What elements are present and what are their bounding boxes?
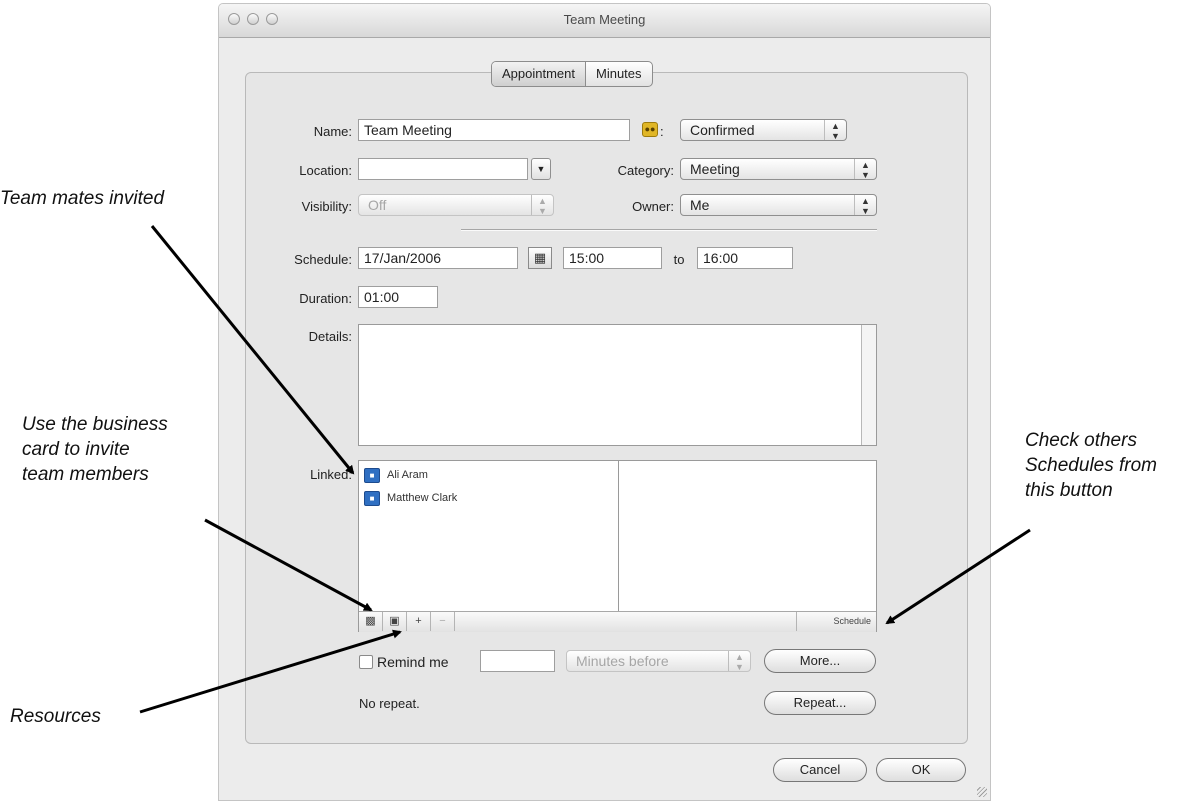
ok-button[interactable]: OK	[876, 758, 966, 782]
annotation-line: this button	[1025, 480, 1113, 501]
chevron-updown-icon: ▲ ▼	[531, 195, 553, 216]
visibility-value: Off	[368, 197, 387, 213]
location-dropdown-button[interactable]: ▼	[531, 158, 551, 180]
category-value: Meeting	[690, 161, 740, 177]
annotation-line: Schedules from	[1025, 455, 1158, 476]
section-divider	[461, 229, 877, 231]
repeat-button[interactable]: Repeat...	[764, 691, 876, 715]
linked-name: Matthew Clark	[387, 492, 458, 504]
location-label: Location:	[299, 163, 352, 178]
schedule-button[interactable]: Schedule	[796, 612, 876, 631]
duration-label: Duration:	[299, 291, 352, 306]
linked-detail-pane	[619, 461, 876, 611]
business-card-button[interactable]: ▩	[359, 612, 383, 631]
window-title: Team Meeting	[563, 12, 646, 27]
status-value: Confirmed	[690, 122, 755, 138]
more-button[interactable]: More...	[764, 649, 876, 673]
list-item[interactable]: ■ Matthew Clark	[364, 488, 457, 508]
linked-name: Ali Aram	[387, 469, 428, 481]
owner-value: Me	[690, 197, 710, 213]
end-time-field[interactable]: 16:00	[697, 247, 793, 269]
chevron-updown-icon: ▲ ▼	[824, 120, 846, 141]
resources-button[interactable]: ▣	[383, 612, 407, 631]
remove-linked-button[interactable]: −	[431, 612, 455, 631]
owner-popup[interactable]: Me ▲ ▼	[680, 194, 877, 216]
schedule-label: Schedule:	[294, 252, 352, 267]
tab-minutes[interactable]: Minutes	[586, 62, 652, 86]
linked-list[interactable]: ■ Ali Aram ■ Matthew Clark	[359, 461, 619, 611]
attendees-icon: ●●	[642, 122, 658, 137]
annotation-line: card to invite	[22, 439, 130, 460]
resize-grip-icon[interactable]	[977, 787, 987, 797]
chevron-updown-icon: ▲ ▼	[854, 195, 876, 216]
details-label: Details:	[308, 329, 352, 344]
annotation-resources: Resources	[10, 706, 101, 727]
chevron-updown-icon: ▲ ▼	[854, 159, 876, 180]
owner-label: Owner:	[632, 199, 674, 214]
title-bar[interactable]: Team Meeting	[219, 4, 990, 38]
linked-toolbar: ▩ ▣ + − Schedule	[359, 611, 876, 632]
visibility-popup[interactable]: Off ▲ ▼	[358, 194, 554, 216]
to-label: to	[673, 252, 685, 267]
name-label: Name:	[313, 124, 352, 139]
chevron-updown-icon: ▲ ▼	[728, 651, 750, 672]
business-card-icon: ■	[364, 467, 380, 483]
start-time-field[interactable]: 15:00	[563, 247, 662, 269]
remind-unit-popup[interactable]: Minutes before ▲ ▼	[566, 650, 751, 672]
remind-minutes-field[interactable]	[480, 650, 555, 672]
status-separator: :	[660, 124, 664, 139]
remind-unit-value: Minutes before	[576, 653, 669, 669]
repeat-status: No repeat.	[359, 696, 420, 711]
calendar-icon[interactable]: ▦	[528, 247, 552, 269]
linked-label: Linked:	[310, 467, 352, 482]
annotation-team-mates: Team mates invited	[0, 188, 165, 209]
status-popup[interactable]: Confirmed ▲ ▼	[680, 119, 847, 141]
details-textarea[interactable]	[358, 324, 877, 446]
duration-field[interactable]: 01:00	[358, 286, 438, 308]
annotation-business-card: Use the business card to invite team mem…	[22, 412, 168, 487]
business-card-icon: ■	[364, 490, 380, 506]
date-field[interactable]: 17/Jan/2006	[358, 247, 518, 269]
tab-bar: Appointment Minutes	[491, 61, 653, 87]
cancel-button[interactable]: Cancel	[773, 758, 867, 782]
add-linked-button[interactable]: +	[407, 612, 431, 631]
location-field[interactable]	[358, 158, 528, 180]
name-field[interactable]: Team Meeting	[358, 119, 630, 141]
remind-checkbox[interactable]	[359, 655, 373, 669]
annotation-line: Check others	[1025, 430, 1137, 451]
annotation-check-others: Check others Schedules from this button	[1025, 428, 1157, 503]
details-scrollbar[interactable]	[861, 325, 876, 445]
list-item[interactable]: ■ Ali Aram	[364, 465, 428, 485]
remind-label: Remind me	[377, 654, 449, 670]
annotation-line: team members	[22, 464, 149, 485]
tab-appointment[interactable]: Appointment	[492, 62, 586, 86]
category-popup[interactable]: Meeting ▲ ▼	[680, 158, 877, 180]
linked-list-box: ■ Ali Aram ■ Matthew Clark ▩ ▣ + − Sched…	[358, 460, 877, 632]
visibility-label: Visibility:	[301, 199, 352, 214]
annotation-line: Use the business	[22, 414, 168, 435]
category-label: Category:	[617, 163, 674, 178]
